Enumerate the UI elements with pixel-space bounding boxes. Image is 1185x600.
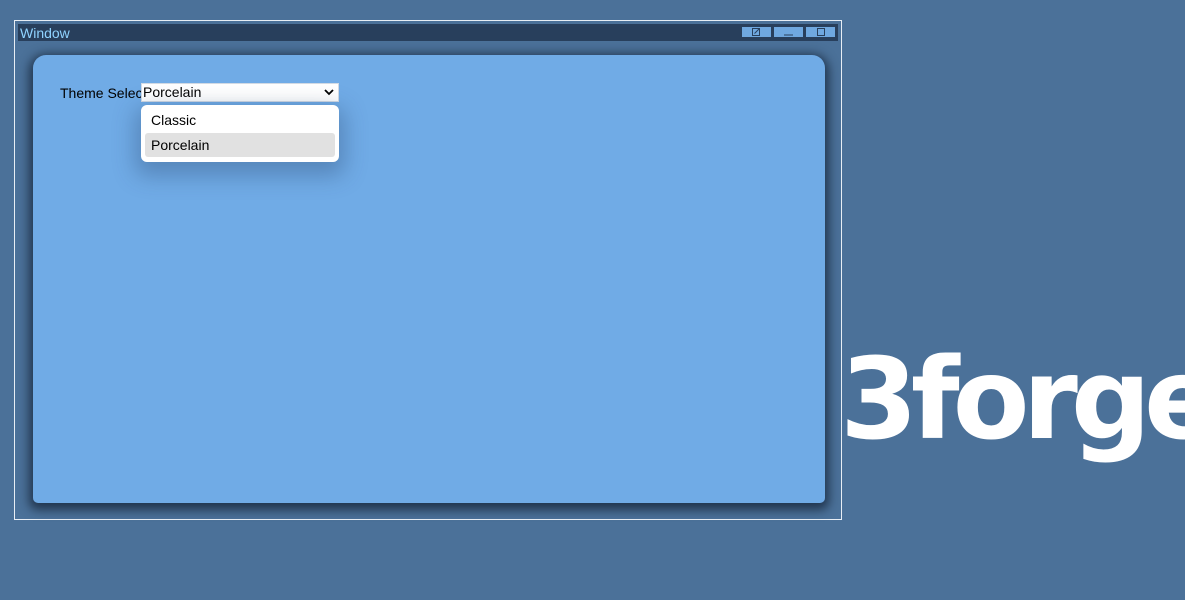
- window-title: Window: [20, 25, 70, 41]
- minimize-icon: [784, 34, 793, 36]
- brand-logo: 3forge: [840, 335, 1185, 465]
- popout-button[interactable]: [741, 26, 772, 38]
- popout-icon: [752, 28, 760, 36]
- content-panel: Theme Select Porcelain Classic Porcelain: [33, 55, 825, 503]
- chevron-down-icon: [324, 89, 334, 96]
- desktop: Window Theme Select Porcelain Classic Po…: [0, 0, 1185, 600]
- theme-select-label: Theme Select: [60, 85, 147, 101]
- theme-select-value: Porcelain: [143, 84, 202, 100]
- maximize-icon: [816, 28, 825, 36]
- window-titlebar[interactable]: Window: [18, 24, 838, 41]
- window: Window Theme Select Porcelain Classic Po…: [14, 20, 842, 520]
- maximize-button[interactable]: [805, 26, 836, 38]
- window-controls: [740, 26, 836, 38]
- minimize-button[interactable]: [773, 26, 804, 38]
- option-classic[interactable]: Classic: [145, 108, 335, 132]
- theme-select[interactable]: Porcelain: [141, 83, 339, 102]
- option-porcelain[interactable]: Porcelain: [145, 133, 335, 157]
- theme-dropdown-menu: Classic Porcelain: [141, 105, 339, 162]
